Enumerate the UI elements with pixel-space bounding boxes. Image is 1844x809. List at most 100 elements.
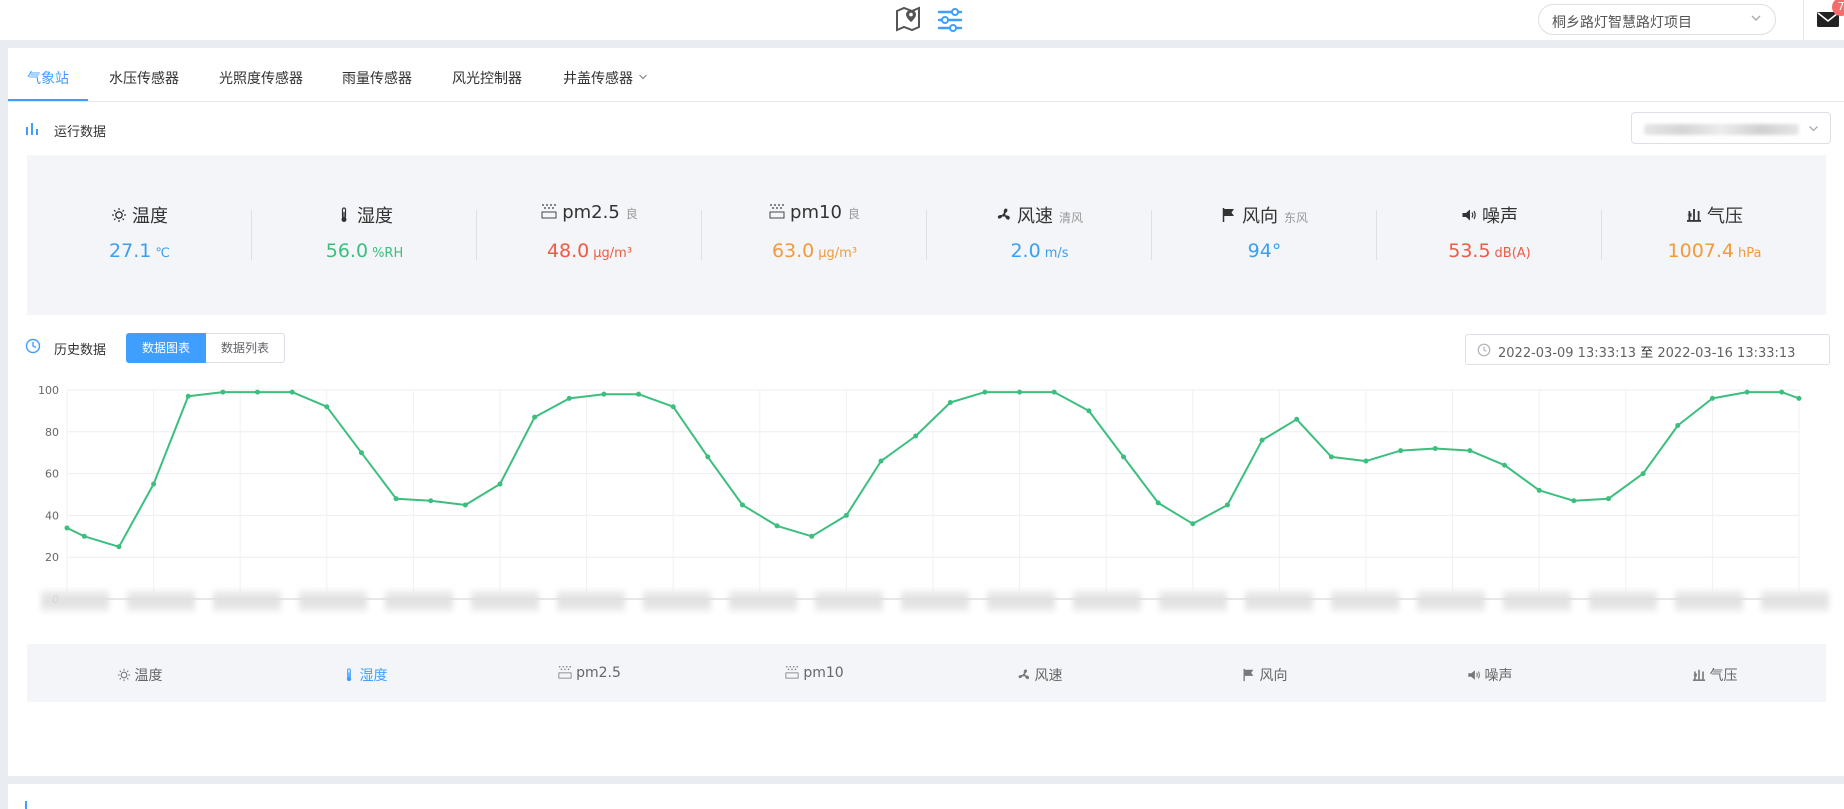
metric-unit: ℃ [155, 246, 170, 261]
x-tick-label-blurred [213, 590, 281, 612]
data-point [324, 404, 330, 410]
list-icon [25, 801, 27, 809]
sun-icon [112, 208, 126, 222]
data-point [81, 533, 87, 539]
tab-manhole-sensor[interactable]: 井盖传感器 [563, 68, 648, 88]
metric-title: pm2.5 良 [477, 202, 702, 223]
metric-card: pm10 良 63.0 μg/m³ [702, 155, 927, 315]
metric-value-row: 2.0 m/s [927, 240, 1152, 262]
tab-manhole-sensor-label: 井盖传感器 [563, 71, 633, 87]
metric-card: 气压 1007.4 hPa [1602, 155, 1827, 315]
tab-weather-station[interactable]: 气象站 [27, 68, 69, 88]
data-point [636, 391, 642, 397]
clock-icon [25, 338, 41, 354]
data-point [151, 481, 157, 487]
clock-icon [1477, 343, 1491, 357]
metric-label: pm10 [790, 202, 842, 223]
pm10-icon [785, 665, 799, 679]
metric-selector-item[interactable]: 气压 [1602, 665, 1827, 685]
data-point [1017, 389, 1023, 395]
metric-label: 湿度 [357, 206, 393, 227]
x-tick-label-blurred [127, 590, 195, 612]
data-point [774, 523, 780, 529]
metric-selector-item[interactable]: 风速 [927, 665, 1152, 685]
tab-rainfall[interactable]: 雨量传感器 [342, 68, 412, 88]
data-point [1571, 498, 1577, 504]
sliders-icon[interactable] [935, 4, 965, 34]
date-to: 2022-03-16 13:33:13 [1657, 346, 1796, 361]
x-tick-label-blurred [1417, 590, 1485, 612]
data-point [220, 389, 226, 395]
data-point [1224, 502, 1230, 508]
metric-card: 温度 27.1 ℃ [27, 155, 252, 315]
data-point [566, 395, 572, 401]
metric-selector-item[interactable]: pm10 [702, 665, 927, 681]
speaker-icon [1462, 209, 1476, 221]
metric-card: pm2.5 良 48.0 μg/m³ [477, 155, 702, 315]
data-point [601, 391, 607, 397]
device-select[interactable] [1631, 112, 1831, 144]
chart-view-button[interactable]: 数据图表 [126, 333, 206, 363]
history-line-chart[interactable]: 020406080100 [27, 378, 1826, 603]
map-marker-icon[interactable] [893, 4, 923, 34]
data-point [1536, 487, 1542, 493]
tab-illuminance[interactable]: 光照度传感器 [219, 68, 303, 88]
flag-icon [1222, 208, 1234, 222]
date-range-picker[interactable]: 2022-03-09 13:33:13 至 2022-03-16 13:33:1… [1465, 334, 1830, 365]
metric-selector-item[interactable]: pm2.5 [477, 665, 702, 681]
metric-value-row: 56.0 %RH [252, 240, 477, 262]
data-point [497, 481, 503, 487]
header-divider [1803, 0, 1804, 40]
x-tick-label-blurred [299, 590, 367, 612]
tab-wind-solar-controller[interactable]: 风光控制器 [452, 68, 522, 88]
metric-value: 63.0 [771, 240, 815, 262]
y-tick-label: 40 [45, 509, 59, 522]
date-separator: 至 [1640, 346, 1654, 361]
list-view-button[interactable]: 数据列表 [206, 333, 285, 363]
pressure-icon [1687, 209, 1701, 222]
metric-value-row: 94° [1152, 240, 1377, 262]
metric-unit: μg/m³ [818, 246, 858, 261]
top-header: 桐乡路灯智慧路灯项目 7 [0, 0, 1844, 40]
data-point [393, 496, 399, 502]
metric-value: 48.0 [546, 240, 590, 262]
data-point [947, 400, 953, 406]
metric-value: 94° [1247, 240, 1282, 262]
x-tick-label-blurred [987, 590, 1055, 612]
metric-selector-label: 风向 [1259, 668, 1288, 684]
chevron-down-icon [1751, 15, 1761, 21]
y-tick-label: 80 [45, 426, 59, 439]
data-point [358, 450, 364, 456]
speaker-icon [1467, 670, 1480, 680]
data-point [1398, 448, 1404, 454]
metric-selector-item[interactable]: 噪声 [1377, 665, 1602, 685]
metric-selector-item[interactable]: 温度 [27, 665, 252, 685]
sun-icon [117, 668, 130, 682]
flag-icon [1243, 668, 1253, 682]
x-tick-label-blurred [385, 590, 453, 612]
y-tick-label: 60 [45, 468, 59, 481]
pm25-icon [558, 665, 572, 679]
project-select[interactable]: 桐乡路灯智慧路灯项目 [1538, 4, 1776, 35]
x-tick-label-blurred [1245, 590, 1313, 612]
metric-selector-item[interactable]: 风向 [1152, 665, 1377, 685]
metric-label: pm2.5 [562, 202, 620, 223]
metric-label: 温度 [132, 206, 168, 227]
metric-value-row: 27.1 ℃ [27, 240, 252, 262]
metric-value: 27.1 [109, 240, 152, 262]
metric-selector-label: 风速 [1034, 668, 1063, 684]
x-tick-label-blurred [815, 590, 883, 612]
y-tick-label: 100 [38, 384, 59, 397]
metric-selector-item[interactable]: 湿度 [252, 665, 477, 685]
data-point [982, 389, 988, 395]
x-tick-label-blurred [1675, 590, 1743, 612]
data-point [878, 458, 884, 464]
tab-water-pressure[interactable]: 水压传感器 [109, 68, 179, 88]
data-point [185, 393, 191, 399]
device-select-value-blurred [1644, 124, 1799, 135]
data-point [1432, 446, 1438, 452]
metric-level: 清风 [1058, 211, 1083, 225]
data-point [532, 414, 538, 420]
x-tick-label-blurred [729, 590, 797, 612]
date-range-text: 2022-03-09 13:33:13 至 2022-03-16 13:33:1… [1498, 342, 1795, 361]
